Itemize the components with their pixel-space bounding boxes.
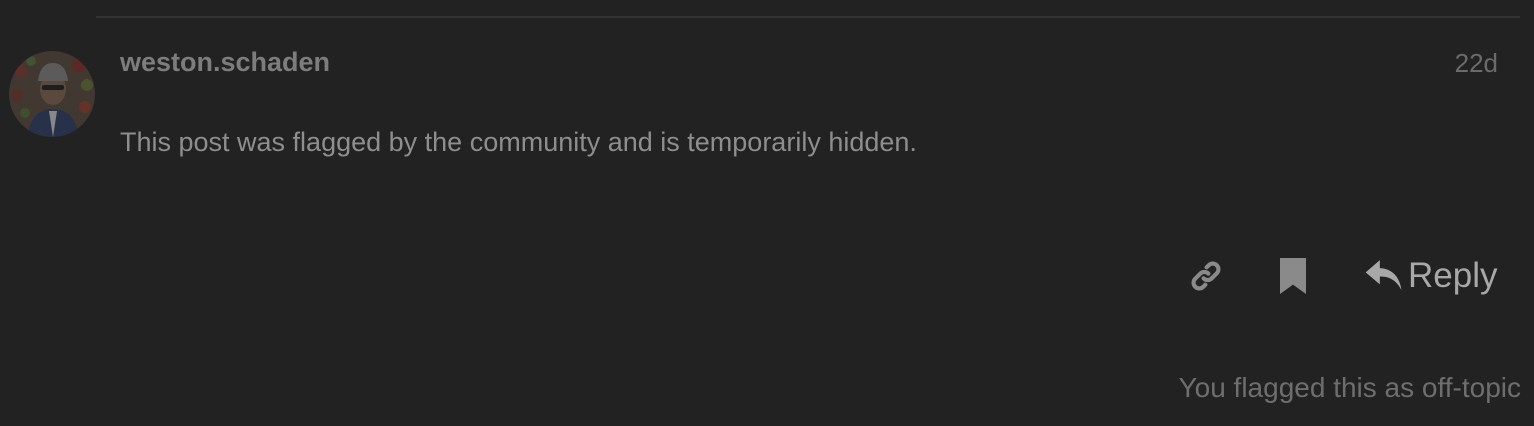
link-icon — [1191, 261, 1221, 291]
reply-label: Reply — [1408, 256, 1498, 295]
bookmark-icon — [1280, 258, 1306, 294]
avatar[interactable] — [9, 51, 95, 137]
bookmark-button[interactable] — [1272, 256, 1314, 296]
post-divider — [96, 16, 1520, 18]
reply-arrow-icon — [1365, 260, 1402, 291]
flag-notice: You flagged this as off-topic — [1178, 372, 1521, 403]
post-date[interactable]: 22d — [1455, 48, 1498, 79]
reply-button[interactable]: Reply — [1364, 254, 1497, 298]
post-username[interactable]: weston.schaden — [120, 47, 330, 78]
avatar-image — [9, 51, 95, 137]
post-hidden-message: This post was flagged by the community a… — [120, 127, 917, 157]
copy-link-button[interactable] — [1185, 256, 1227, 296]
